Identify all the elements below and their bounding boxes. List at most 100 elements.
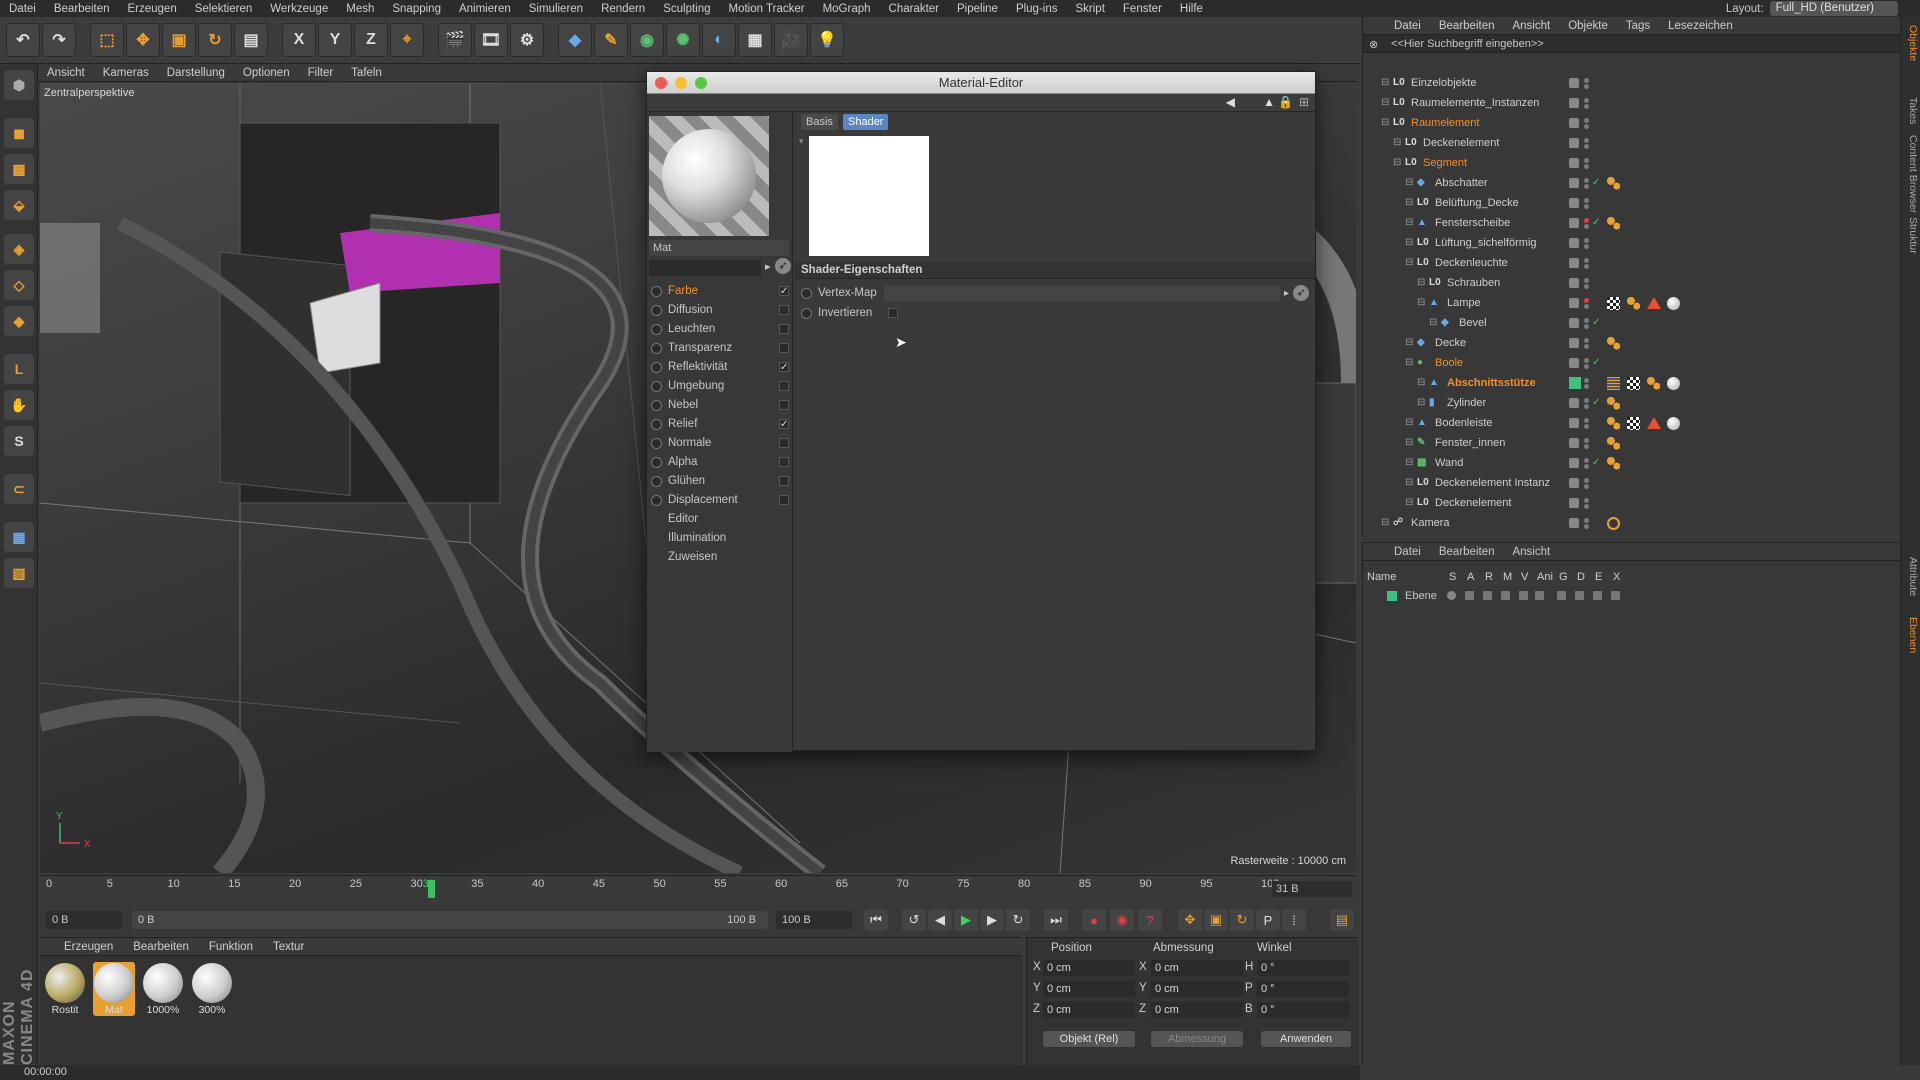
channel-radio[interactable] <box>651 494 662 506</box>
tag-chk-icon[interactable] <box>1627 377 1640 390</box>
tree-expand-icon[interactable]: ⊟ <box>1405 193 1413 213</box>
coord-pos-field[interactable]: 0 cm <box>1043 981 1135 997</box>
points-mode-icon[interactable]: ◈ <box>4 234 34 264</box>
object-menu-lesezeichen[interactable]: Lesezeichen <box>1659 20 1742 32</box>
tag-dotso-icon[interactable] <box>1607 417 1620 430</box>
tag-grid-icon[interactable] <box>1607 377 1620 390</box>
tree-expand-icon[interactable]: ⊟ <box>1417 373 1425 393</box>
channel-checkbox[interactable] <box>779 438 789 448</box>
visibility-editor-icon[interactable] <box>1584 378 1589 383</box>
visibility-editor-icon[interactable] <box>1584 178 1589 183</box>
channel-checkbox[interactable] <box>779 400 789 410</box>
workplane-mode-icon[interactable]: ⬙ <box>4 190 34 220</box>
object-row[interactable]: ⊟ L0 Deckenelement <box>1363 133 1901 153</box>
channel-farbe[interactable]: Farbe ✓ <box>651 282 789 300</box>
material-menu-bearbeiten[interactable]: Bearbeiten <box>123 941 199 953</box>
next-key-button[interactable]: ↻ <box>1006 909 1030 931</box>
layer-flag-icon[interactable] <box>1483 591 1492 600</box>
object-row[interactable]: ⊟ ◆ Abschatter ✓ <box>1363 173 1901 193</box>
coord-pos-field[interactable]: 0 cm <box>1043 960 1135 976</box>
vertex-map-arrow-icon[interactable]: ▸ <box>1284 288 1289 299</box>
object-menu-tags[interactable]: Tags <box>1617 20 1659 32</box>
object-row[interactable]: ⊟ ▲ Abschnittsstütze <box>1363 373 1901 393</box>
visibility-render-icon[interactable] <box>1584 224 1589 229</box>
edit-flag-icon[interactable] <box>1569 78 1579 88</box>
render-picture-viewer-button[interactable]: 🎞 <box>474 23 508 57</box>
name-arrow-icon[interactable]: ▸ <box>765 260 771 273</box>
channel-checkbox[interactable]: ✓ <box>779 362 789 373</box>
channel-transparenz[interactable]: Transparenz <box>651 339 789 357</box>
render-settings-button[interactable]: ⚙ <box>510 23 544 57</box>
menu-datei[interactable]: Datei <box>0 3 45 15</box>
channel-radio[interactable] <box>651 285 662 297</box>
camera-button[interactable]: 🎥 <box>774 23 808 57</box>
channel-normale[interactable]: Normale <box>651 434 789 452</box>
timeline-window-button[interactable]: ▤ <box>1330 909 1354 931</box>
visibility-editor-icon[interactable] <box>1584 198 1589 203</box>
key-position-button[interactable]: ✥ <box>1178 909 1202 931</box>
record-active-button[interactable]: ● <box>1082 909 1106 931</box>
visibility-render-icon[interactable] <box>1584 104 1589 109</box>
edit-flag-icon[interactable] <box>1569 358 1579 368</box>
layer-col-g[interactable]: G <box>1559 571 1568 583</box>
visibility-render-icon[interactable] <box>1584 284 1589 289</box>
lock-icon[interactable]: 🔒 <box>1278 95 1293 109</box>
edges-mode-icon[interactable]: ◇ <box>4 270 34 300</box>
model-mode-icon[interactable]: ◼ <box>4 118 34 148</box>
edit-flag-icon[interactable] <box>1569 498 1579 508</box>
menu-pipeline[interactable]: Pipeline <box>948 3 1007 15</box>
object-row[interactable]: ⊟ ▲ Fensterscheibe ✓ <box>1363 213 1901 233</box>
menu-mograph[interactable]: MoGraph <box>814 3 880 15</box>
enabled-check-icon[interactable]: ✓ <box>1592 173 1600 193</box>
menu-skript[interactable]: Skript <box>1067 3 1114 15</box>
tag-chk-icon[interactable] <box>1607 297 1620 310</box>
axis-y-button[interactable]: Y <box>318 23 352 57</box>
menu-bearbeiten[interactable]: Bearbeiten <box>45 3 119 15</box>
visibility-editor-icon[interactable] <box>1584 138 1589 143</box>
side-tab-attribute[interactable]: Attribute <box>1903 557 1919 596</box>
enabled-check-icon[interactable]: ✓ <box>1592 213 1600 233</box>
up-arrow-icon[interactable]: ▲ <box>1263 95 1275 109</box>
workplane-icon[interactable]: ▦ <box>4 522 34 552</box>
channel-glühen[interactable]: Glühen <box>651 472 789 490</box>
material-preview[interactable] <box>649 116 769 236</box>
material-thumbnail[interactable]: Mat <box>93 962 135 1016</box>
edit-flag-icon[interactable] <box>1569 478 1579 488</box>
visibility-render-icon[interactable] <box>1584 304 1589 309</box>
apply-button[interactable]: Anwenden <box>1261 1031 1351 1047</box>
live-selection-button[interactable]: ⬚ <box>90 23 124 57</box>
edit-flag-icon[interactable] <box>1569 118 1579 128</box>
visibility-editor-icon[interactable] <box>1584 118 1589 123</box>
subdivision-button[interactable]: ◉ <box>630 23 664 57</box>
object-row[interactable]: ⊟ L0 Deckenleuchte <box>1363 253 1901 273</box>
enabled-check-icon[interactable]: ✓ <box>1592 453 1600 473</box>
menu-selektieren[interactable]: Selektieren <box>186 3 262 15</box>
coord-rot-field[interactable]: 0 ° <box>1257 981 1349 997</box>
channel-radio[interactable] <box>651 304 662 316</box>
visibility-editor-icon[interactable] <box>1584 498 1589 503</box>
viewport-menu-kameras[interactable]: Kameras <box>94 67 158 79</box>
make-editable-icon[interactable]: ⬢ <box>4 70 34 100</box>
material-menu-textur[interactable]: Textur <box>263 941 314 953</box>
layer-flag-icon[interactable] <box>1611 591 1620 600</box>
object-row[interactable]: ⊟ L0 Belüftung_Decke <box>1363 193 1901 213</box>
layer-col-e[interactable]: E <box>1595 571 1602 583</box>
object-row[interactable]: ⊟ ▲ Lampe <box>1363 293 1901 313</box>
tree-expand-icon[interactable]: ⊟ <box>1405 333 1413 353</box>
menu-mesh[interactable]: Mesh <box>337 3 383 15</box>
layer-menu-datei[interactable]: Datei <box>1385 546 1430 558</box>
edit-flag-icon[interactable] <box>1569 318 1579 328</box>
back-arrow-icon[interactable]: ◀ <box>1226 95 1235 109</box>
viewport-menu-optionen[interactable]: Optionen <box>234 67 299 79</box>
layer-flag-icon[interactable] <box>1575 591 1584 600</box>
edit-flag-icon[interactable] <box>1569 158 1579 168</box>
vertex-map-pick-icon[interactable]: ➶ <box>1293 285 1309 301</box>
range-slider[interactable]: 0 B 100 B <box>132 911 768 929</box>
tree-expand-icon[interactable]: ⊟ <box>1405 493 1413 513</box>
tree-expand-icon[interactable]: ⊟ <box>1405 413 1413 433</box>
tag-dotso-icon[interactable] <box>1607 437 1620 450</box>
visibility-editor-icon[interactable] <box>1584 298 1589 303</box>
size-mode-dropdown[interactable]: Abmessung <box>1151 1031 1243 1047</box>
layer-col-d[interactable]: D <box>1577 571 1585 583</box>
menu-charakter[interactable]: Charakter <box>880 3 949 15</box>
